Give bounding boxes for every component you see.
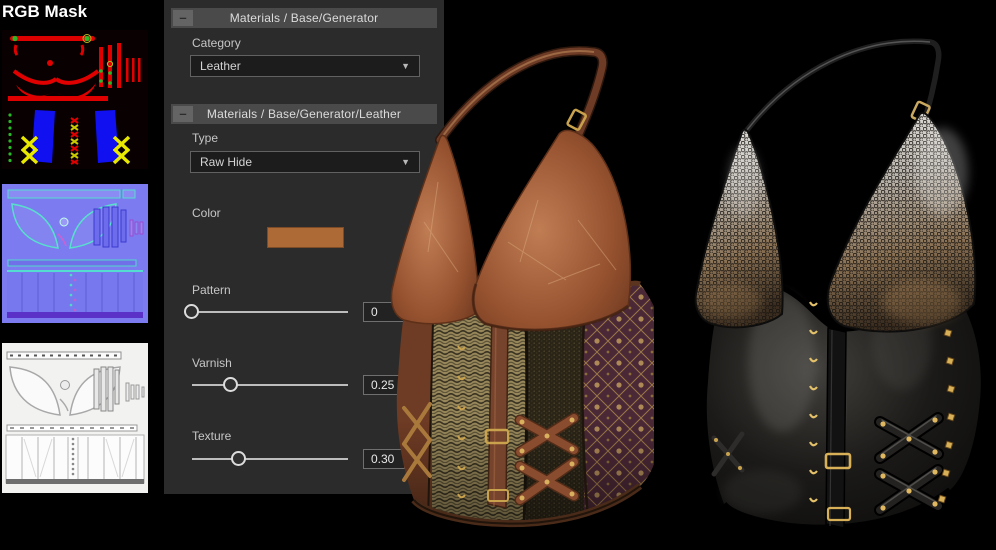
shoulder-strap bbox=[440, 51, 603, 140]
collapse-icon[interactable]: – bbox=[173, 10, 193, 26]
normal-map-thumbnail[interactable] bbox=[2, 184, 148, 323]
pattern-slider-track[interactable] bbox=[192, 311, 348, 313]
model-corset-raw-hide[interactable] bbox=[388, 22, 680, 550]
pattern-slider-knob[interactable] bbox=[184, 304, 199, 319]
section-title: Materials / Base/Generator/Leather bbox=[193, 107, 415, 121]
category-label: Category bbox=[192, 36, 241, 50]
category-dropdown[interactable]: Leather ▼ bbox=[190, 55, 420, 77]
varnish-slider-knob[interactable] bbox=[223, 377, 238, 392]
category-value: Leather bbox=[200, 59, 401, 73]
ao-map-thumbnail[interactable] bbox=[2, 343, 148, 493]
rgb-mask-image bbox=[2, 30, 148, 169]
app-canvas: RGB Mask bbox=[0, 0, 996, 550]
shoulder-strap bbox=[744, 41, 939, 134]
color-swatch[interactable] bbox=[267, 227, 344, 248]
chainmail-cups bbox=[696, 113, 976, 332]
color-label: Color bbox=[192, 206, 221, 220]
collapse-icon[interactable]: – bbox=[173, 106, 193, 122]
section-title: Materials / Base/Generator bbox=[193, 11, 415, 25]
type-value: Raw Hide bbox=[200, 155, 401, 169]
ao-map-image bbox=[2, 343, 148, 493]
rgb-mask-thumbnail[interactable] bbox=[2, 30, 148, 169]
type-label: Type bbox=[192, 131, 218, 145]
varnish-label: Varnish bbox=[192, 356, 232, 370]
type-dropdown[interactable]: Raw Hide ▼ bbox=[190, 151, 420, 173]
rgb-mask-title: RGB Mask bbox=[2, 2, 87, 22]
pattern-label: Pattern bbox=[192, 283, 231, 297]
texture-label: Texture bbox=[192, 429, 231, 443]
texture-slider-knob[interactable] bbox=[231, 451, 246, 466]
normal-map-image bbox=[2, 184, 148, 323]
leather-cups bbox=[392, 130, 631, 330]
varnish-slider-track[interactable] bbox=[192, 384, 348, 386]
model-corset-black-leather-chainmail[interactable] bbox=[692, 22, 996, 550]
pattern-value: 0 bbox=[371, 305, 378, 319]
texture-slider-track[interactable] bbox=[192, 458, 348, 460]
